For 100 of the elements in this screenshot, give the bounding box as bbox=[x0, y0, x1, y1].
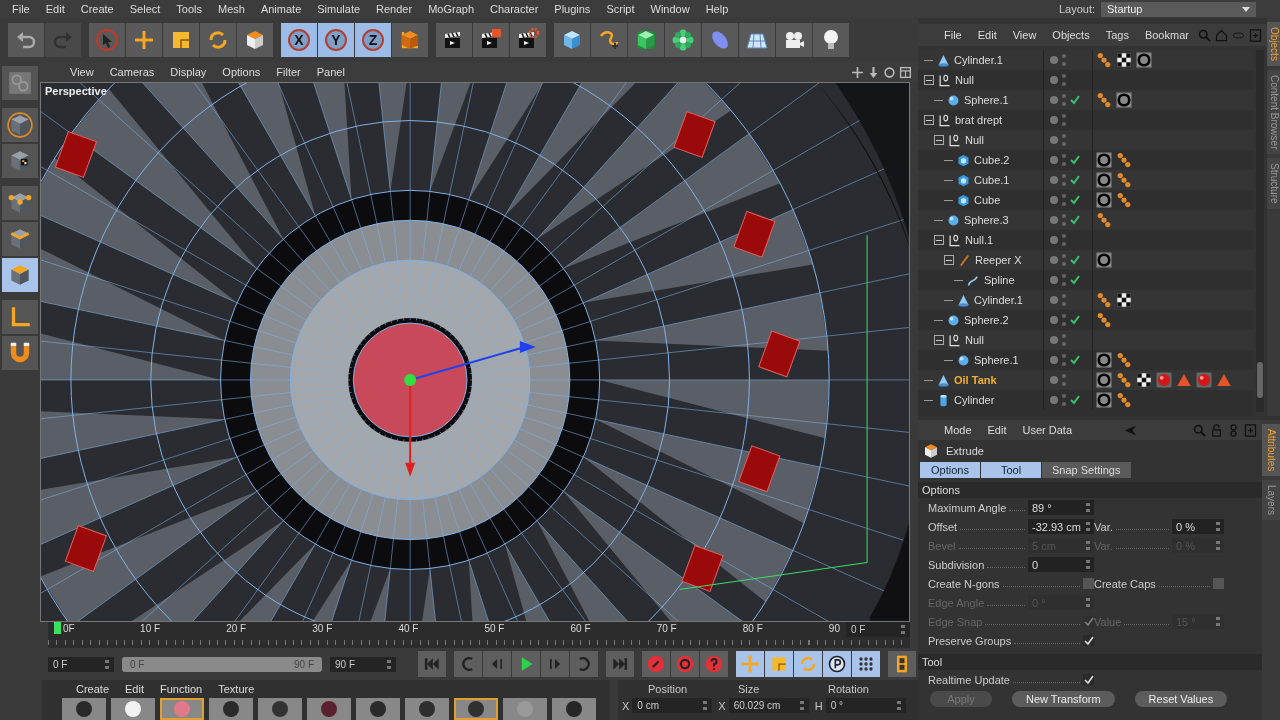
visibility-dot[interactable] bbox=[1050, 96, 1058, 104]
object-name[interactable]: Null bbox=[965, 334, 984, 346]
check-icon[interactable] bbox=[1070, 355, 1080, 365]
material-thumbnail[interactable] bbox=[209, 698, 253, 720]
menu-item[interactable]: Bookmar bbox=[1136, 29, 1197, 41]
object-name[interactable]: Reeper X bbox=[975, 254, 1022, 266]
check-icon[interactable] bbox=[1070, 155, 1080, 165]
render-dots[interactable] bbox=[1062, 374, 1066, 386]
material-thumbnail[interactable] bbox=[405, 698, 449, 720]
visibility-dot[interactable] bbox=[1050, 376, 1058, 384]
object-name[interactable]: Sphere.1 bbox=[964, 94, 1009, 106]
side-tab[interactable]: Layers bbox=[1262, 480, 1280, 521]
visibility-dot[interactable] bbox=[1050, 156, 1058, 164]
menu-item[interactable]: Tags bbox=[1097, 29, 1137, 41]
object-name[interactable]: Cylinder.1 bbox=[974, 294, 1023, 306]
menu-item[interactable]: Character bbox=[482, 3, 547, 15]
timeline-ruler[interactable]: 0F 10 F 20 F 30 F 40 F 50 F 60 F 70 F 80 F 90 bbox=[48, 622, 840, 634]
checkbox[interactable] bbox=[1083, 674, 1094, 685]
menu-item[interactable]: Help bbox=[697, 3, 737, 15]
view-menu-item[interactable]: Filter bbox=[268, 66, 309, 78]
object-name[interactable]: Cube bbox=[974, 194, 1001, 206]
tab[interactable]: Options bbox=[920, 462, 980, 478]
render-dots[interactable] bbox=[1062, 254, 1066, 266]
action-button[interactable]: New Transform bbox=[1012, 691, 1115, 707]
toolbar-button[interactable] bbox=[237, 23, 273, 57]
mode-button[interactable] bbox=[2, 66, 38, 100]
menu-item[interactable]: Animate bbox=[252, 3, 310, 15]
render-dots[interactable] bbox=[1062, 74, 1066, 86]
visibility-dot[interactable] bbox=[1050, 356, 1058, 364]
check-icon[interactable] bbox=[1070, 175, 1080, 185]
menu-item[interactable]: Edit bbox=[117, 683, 152, 695]
coordinate-field[interactable]: 0 ° bbox=[825, 698, 906, 713]
visibility-dot[interactable] bbox=[1050, 216, 1058, 224]
visibility-dot[interactable] bbox=[1050, 236, 1058, 244]
number-field[interactable]: 0 bbox=[1028, 557, 1094, 572]
render-dots[interactable] bbox=[1062, 314, 1066, 326]
menu-item[interactable]: Plugins bbox=[546, 3, 599, 15]
coordinate-field[interactable]: 60.029 cm bbox=[728, 698, 809, 713]
object-name[interactable]: Spline bbox=[984, 274, 1015, 286]
menu-item[interactable]: View bbox=[1004, 29, 1045, 41]
collapse-toggle[interactable] bbox=[924, 115, 934, 125]
visibility-dot[interactable] bbox=[1050, 76, 1058, 84]
number-field[interactable]: 0 % bbox=[1172, 519, 1224, 534]
number-field[interactable]: -32.93 cm bbox=[1028, 519, 1094, 534]
visibility-dot[interactable] bbox=[1050, 56, 1058, 64]
mode-button[interactable] bbox=[2, 336, 38, 370]
visibility-dot[interactable] bbox=[1050, 136, 1058, 144]
axis-lock-button[interactable]: X bbox=[281, 23, 317, 57]
toolbar-button[interactable] bbox=[776, 23, 812, 57]
visibility-dot[interactable] bbox=[1050, 316, 1058, 324]
render-dots[interactable] bbox=[1062, 334, 1066, 346]
layout-dropdown[interactable]: Startup bbox=[1101, 1, 1256, 17]
view-menu-item[interactable]: Options bbox=[214, 66, 269, 78]
render-dots[interactable] bbox=[1062, 174, 1066, 186]
visibility-dot[interactable] bbox=[1050, 176, 1058, 184]
action-button[interactable]: Reset Values bbox=[1134, 691, 1228, 707]
visibility-dot[interactable] bbox=[1050, 196, 1058, 204]
check-icon[interactable] bbox=[1070, 395, 1080, 405]
check-icon[interactable] bbox=[1070, 275, 1080, 285]
object-name[interactable]: Sphere.2 bbox=[964, 314, 1009, 326]
visibility-dot[interactable] bbox=[1050, 116, 1058, 124]
render-dots[interactable] bbox=[1062, 154, 1066, 166]
render-dots[interactable] bbox=[1062, 114, 1066, 126]
tab[interactable]: Tool bbox=[981, 462, 1041, 478]
checkbox[interactable] bbox=[1083, 578, 1094, 589]
collapse-toggle[interactable] bbox=[934, 135, 944, 145]
render-dots[interactable] bbox=[1062, 274, 1066, 286]
mode-button[interactable] bbox=[2, 108, 38, 142]
render-dots[interactable] bbox=[1062, 294, 1066, 306]
playback-button[interactable] bbox=[823, 651, 851, 677]
tab[interactable]: Snap Settings bbox=[1042, 462, 1131, 478]
viewport[interactable]: Perspective bbox=[40, 82, 910, 622]
menu-item[interactable]: MoGraph bbox=[420, 3, 482, 15]
object-name[interactable]: brat drept bbox=[955, 114, 1003, 126]
material-thumbnail[interactable] bbox=[503, 698, 547, 720]
checkbox[interactable] bbox=[1213, 578, 1224, 589]
view-menu-item[interactable]: View bbox=[62, 66, 102, 78]
view-menu-item[interactable]: Cameras bbox=[101, 66, 163, 78]
check-icon[interactable] bbox=[1070, 315, 1080, 325]
check-icon[interactable] bbox=[1070, 215, 1080, 225]
menu-item[interactable]: Objects bbox=[1044, 29, 1098, 41]
toolbar-button[interactable] bbox=[813, 23, 849, 57]
collapse-toggle[interactable] bbox=[924, 75, 934, 85]
visibility-dot[interactable] bbox=[1050, 396, 1058, 404]
menu-item[interactable]: User Data bbox=[1014, 424, 1081, 436]
object-name[interactable]: Cylinder bbox=[954, 394, 995, 406]
menu-item[interactable]: Mode bbox=[936, 424, 980, 436]
current-frame-field[interactable]: 0 F bbox=[846, 622, 910, 637]
mode-button[interactable] bbox=[2, 144, 38, 178]
playback-button[interactable] bbox=[852, 651, 880, 677]
object-name[interactable]: Oil Tank bbox=[954, 374, 997, 386]
object-name[interactable]: Null bbox=[965, 134, 984, 146]
end-frame-field[interactable]: 90 F bbox=[330, 656, 396, 672]
menu-item[interactable]: Window bbox=[642, 3, 698, 15]
menu-item[interactable]: Render bbox=[368, 3, 421, 15]
number-field[interactable]: 89 ° bbox=[1028, 500, 1094, 515]
check-icon[interactable] bbox=[1070, 95, 1080, 105]
object-name[interactable]: Null.1 bbox=[965, 234, 994, 246]
menu-item[interactable]: Edit bbox=[37, 3, 73, 15]
menu-item[interactable]: Edit bbox=[979, 424, 1015, 436]
